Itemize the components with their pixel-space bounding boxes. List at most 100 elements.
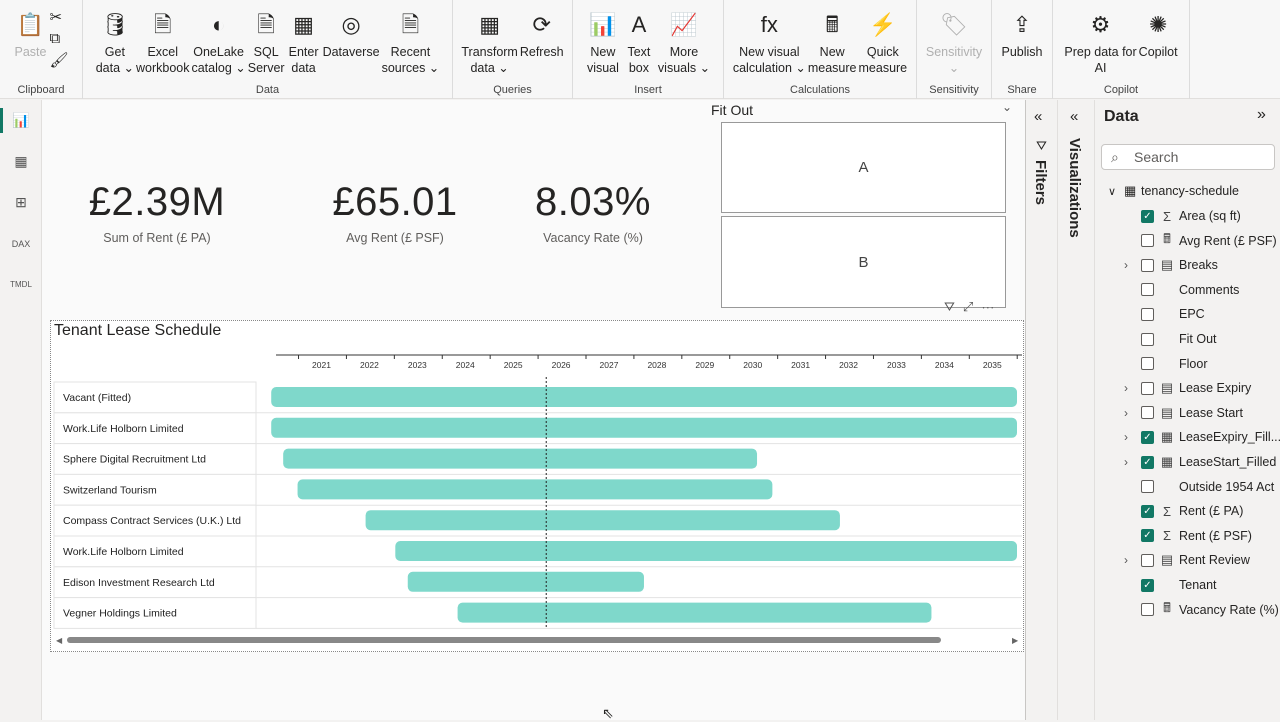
field-item[interactable]: Fit Out [1095,327,1280,351]
field-checkbox[interactable] [1141,603,1154,617]
card-avg-rent[interactable]: £65.01 Avg Rent (£ PSF) [285,180,505,245]
tmdl-view-icon[interactable]: TMDL [0,264,42,305]
chevron-right-icon[interactable]: › [1124,406,1128,420]
gantt-bar[interactable] [457,602,932,623]
horizontal-scrollbar[interactable] [67,637,941,643]
quick-measure-icon: ⚡ [869,12,897,37]
gantt-bar[interactable] [407,571,644,592]
field-item[interactable]: ✓ Σ Area (sq ft) [1095,204,1280,228]
field-item[interactable]: › ✓ ▦ LeaseExpiry_Fill... [1095,425,1280,449]
tick-label: 2028 [647,360,666,370]
card-sum-rent[interactable]: £2.39M Sum of Rent (£ PA) [47,180,267,245]
database-icon: 🛢 [100,12,129,37]
field-checkbox[interactable] [1141,283,1154,297]
field-label: Lease Start [1179,405,1243,420]
field-checkbox[interactable] [1141,234,1154,248]
field-checkbox[interactable]: ✓ [1141,455,1154,469]
field-item[interactable]: EPC [1095,302,1280,326]
field-label: Rent Review [1179,553,1250,568]
filters-label[interactable]: Filters [1032,160,1049,205]
slicer-option-b[interactable]: B [721,216,1006,308]
copy-icon[interactable]: ⧉ [49,30,68,47]
cut-icon[interactable]: ✂ [49,8,68,26]
focus-mode-icon[interactable]: ⤢ [963,299,981,314]
gantt-bar[interactable] [297,479,773,500]
field-checkbox[interactable]: ✓ [1141,504,1154,518]
chevron-right-icon[interactable]: › [1124,381,1128,395]
model-view-icon[interactable]: ⊞ [0,182,42,223]
group-label: Copilot [1103,84,1139,96]
field-item[interactable]: ✓ Tenant [1095,573,1280,597]
field-checkbox[interactable]: ✓ [1141,529,1154,543]
field-item[interactable]: 🖩 Vacancy Rate (%) [1095,598,1280,622]
button-label: Excel workbook [135,45,190,75]
field-item[interactable]: Outside 1954 Act [1095,475,1280,499]
field-checkbox[interactable] [1141,406,1154,420]
field-item[interactable]: ✓ Σ Rent (£ PSF) [1095,524,1280,548]
button-label: Dataverse [322,45,380,59]
field-item[interactable]: › ✓ ▦ LeaseStart_Filled [1095,450,1280,474]
table-tenancy-schedule[interactable]: ∨ ▦ tenancy-schedule [1095,179,1280,203]
field-item[interactable]: Floor [1095,352,1280,376]
more-options-icon[interactable]: ⋯ [981,299,1002,314]
transform-icon: ▦ [479,12,500,37]
gantt-bar[interactable] [271,387,1017,407]
sql-server-icon: 🗎 [257,12,275,37]
field-checkbox[interactable] [1141,381,1154,395]
chevron-right-icon[interactable]: › [1124,430,1128,444]
field-item[interactable]: 🖩 Avg Rent (£ PSF) [1095,229,1280,253]
field-checkbox[interactable] [1141,258,1154,272]
field-checkbox[interactable]: ✓ [1141,209,1154,223]
collapse-data-pane-icon[interactable]: » [1257,106,1266,124]
chevron-down-icon[interactable]: ∨ [1108,185,1116,198]
chevron-right-icon[interactable]: › [1124,258,1128,272]
field-item[interactable]: › ▤ Rent Review [1095,548,1280,572]
field-item[interactable]: Comments [1095,278,1280,302]
field-item[interactable]: › ▤ Lease Start [1095,401,1280,425]
button-label: Paste [14,45,47,59]
visualizations-label[interactable]: Visualizations [1066,138,1083,238]
field-checkbox[interactable] [1141,332,1154,346]
field-checkbox[interactable] [1141,357,1154,371]
gantt-bar[interactable] [365,510,840,531]
tick-label: 2021 [312,360,331,370]
table-view-icon[interactable]: ▦ [0,141,42,182]
gantt-bar[interactable] [395,541,1017,561]
report-view-icon[interactable]: 📊 [0,100,42,141]
card-value: 8.03% [535,180,651,224]
field-label: Outside 1954 Act [1179,479,1275,494]
table-name: tenancy-schedule [1141,184,1239,198]
ribbon: 📋 Paste ✂ ⧉ 🖌 Clipboard 🛢 Get data ⌄ 🗎 Excel work… [0,0,1280,99]
gantt-bar[interactable] [283,448,758,469]
field-checkbox[interactable] [1141,553,1154,567]
chevron-right-icon[interactable]: › [1124,553,1128,567]
button-label: New visual [586,45,619,75]
chevron-right-icon[interactable]: › [1124,455,1128,469]
field-checkbox[interactable]: ✓ [1141,430,1154,444]
slicer-option-a[interactable]: A [721,122,1006,213]
filter-icon[interactable]: ⛛ [944,299,963,314]
field-item[interactable]: › ▤ Breaks [1095,253,1280,277]
card-vacancy-rate[interactable]: 8.03% Vacancy Rate (%) [483,180,703,245]
field-item[interactable]: › ▤ Lease Expiry [1095,376,1280,400]
filters-pane[interactable]: « ⛛ Filters [1027,100,1058,720]
search-input[interactable]: ⌕ Search [1101,144,1275,170]
ribbon-group-data: 🛢 Get data ⌄ 🗎 Excel workbook ◐ OneLake catal… [83,0,453,99]
format-painter-icon[interactable]: 🖌 [49,51,68,69]
chevron-down-icon[interactable]: ⌄ [1002,100,1012,114]
field-checkbox[interactable] [1141,480,1154,494]
visualizations-pane[interactable]: « Visualizations [1058,100,1095,720]
prep-data-icon: ⚙ [1090,12,1111,37]
field-label: Breaks [1179,258,1218,273]
dax-query-view-icon[interactable]: DAX [0,223,42,264]
button-label: Sensitivity ⌄ [925,45,983,75]
field-checkbox[interactable]: ✓ [1141,578,1154,592]
expand-visualizations-icon[interactable]: « [1070,108,1078,125]
field-checkbox[interactable] [1141,307,1154,321]
field-item[interactable]: ✓ Σ Rent (£ PA) [1095,499,1280,523]
gantt-chart[interactable]: 2021 2022 2023 2024 2025 2026 2027 2028 2029 2030… [50,320,1024,652]
collapse-filters-icon[interactable]: « [1034,108,1042,125]
gantt-bar[interactable] [271,417,1017,438]
button-label: OneLake catalog ⌄ [191,45,246,75]
ribbon-group-copilot: ⚙ Prep data for AI ✺ Copilot Copilot [1053,0,1190,99]
